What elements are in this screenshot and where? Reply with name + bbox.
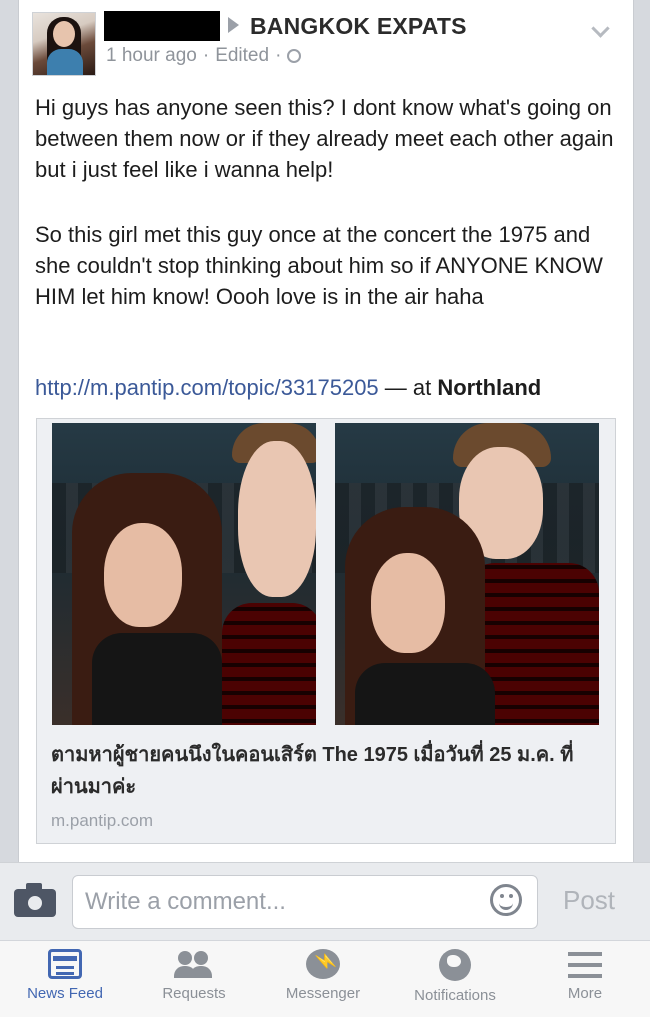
globe-icon bbox=[287, 49, 302, 63]
edited-label[interactable]: Edited bbox=[215, 45, 269, 67]
newsfeed-icon bbox=[48, 949, 82, 979]
tab-label: More bbox=[567, 985, 603, 1002]
group-name-link[interactable]: BANGKOK EXPATS bbox=[250, 13, 467, 40]
tab-news-feed[interactable]: News Feed bbox=[10, 949, 120, 1002]
tab-requests[interactable]: Requests bbox=[139, 949, 249, 1002]
post-paragraph: So this girl met this guy once at the co… bbox=[35, 222, 603, 309]
preview-domain: m.pantip.com bbox=[51, 811, 154, 830]
smiley-icon[interactable] bbox=[490, 884, 522, 916]
post-url-link[interactable]: http://m.pantip.com/topic/33175205 bbox=[35, 375, 379, 400]
tab-label: Messenger bbox=[285, 985, 361, 1002]
place-link[interactable]: Northland bbox=[437, 375, 541, 400]
post-paragraph: Hi guys has anyone seen this? I dont kno… bbox=[35, 95, 614, 182]
requests-icon bbox=[174, 949, 214, 979]
globe-icon bbox=[439, 949, 471, 981]
tab-label: Notifications bbox=[414, 987, 496, 1004]
camera-icon[interactable] bbox=[14, 883, 56, 917]
at-label: — at bbox=[378, 375, 438, 400]
avatar[interactable] bbox=[32, 12, 96, 76]
tab-messenger[interactable]: Messenger bbox=[268, 949, 378, 1002]
menu-icon bbox=[568, 949, 602, 979]
link-preview[interactable]: ตามหาผู้ชายคนนึงในคอนเสิร์ต The 1975 เมื… bbox=[36, 418, 616, 844]
redacted-author-name bbox=[104, 11, 220, 41]
post-meta: 1 hour ago · Edited · bbox=[106, 45, 302, 67]
messenger-icon bbox=[306, 949, 340, 979]
arrow-right-icon bbox=[228, 17, 239, 33]
tab-more[interactable]: More bbox=[530, 949, 640, 1002]
meta-separator: · bbox=[202, 45, 210, 66]
preview-title[interactable]: ตามหาผู้ชายคนนึงในคอนเสิร์ต The 1975 เมื… bbox=[51, 739, 606, 803]
tab-notifications[interactable]: Notifications bbox=[400, 949, 510, 1004]
preview-photo bbox=[335, 423, 599, 725]
post-button[interactable]: Post bbox=[563, 885, 615, 916]
comment-input[interactable]: Write a comment... bbox=[72, 875, 538, 929]
comment-bar: Write a comment... Post bbox=[0, 862, 650, 941]
bottom-tab-bar: News Feed Requests Messenger Notificatio… bbox=[0, 940, 650, 1017]
post-time[interactable]: 1 hour ago bbox=[106, 45, 197, 67]
meta-separator: · bbox=[275, 45, 282, 66]
preview-photo bbox=[52, 423, 316, 725]
post-link-line: http://m.pantip.com/topic/33175205 — at … bbox=[35, 375, 541, 401]
tab-label: Requests bbox=[162, 985, 226, 1002]
tab-label: News Feed bbox=[27, 985, 103, 1002]
